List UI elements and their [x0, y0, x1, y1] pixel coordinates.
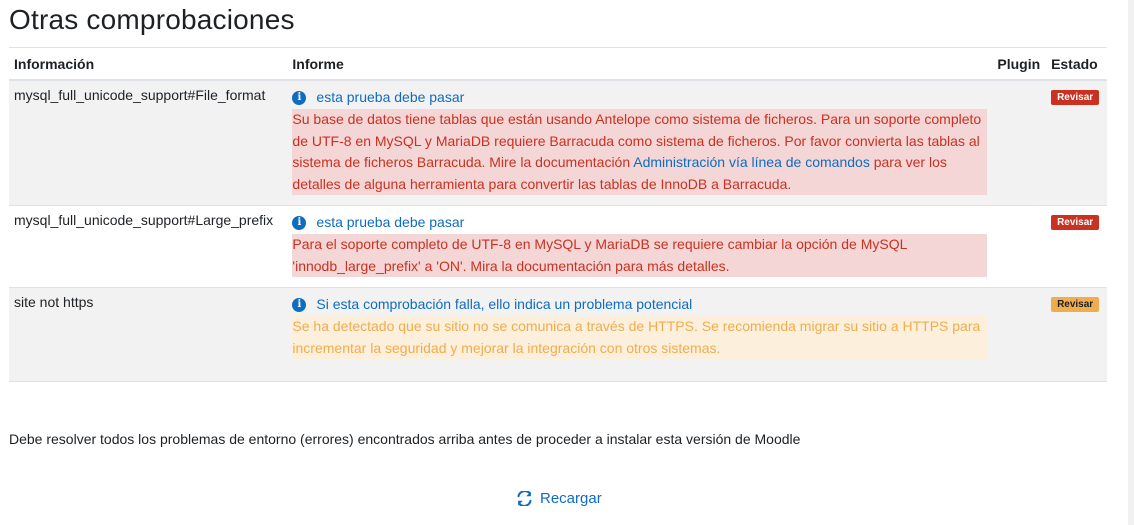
page-title: Otras comprobaciones	[9, 4, 295, 35]
refresh-icon	[517, 491, 532, 506]
warning-message: Se ha detectado que su sitio no se comun…	[292, 316, 988, 359]
error-message: Para el soporte completo de UTF-8 en MyS…	[292, 234, 988, 277]
header-report: Informe	[287, 47, 993, 81]
row-info: mysql_full_unicode_support#Large_prefix	[9, 205, 288, 288]
table-header-row: Información Informe Plugin Estado	[9, 47, 1107, 81]
table-row: mysql_full_unicode_support#Large_prefix …	[9, 205, 1107, 288]
info-circle-icon: i	[292, 90, 307, 105]
environment-checks-table: Información Informe Plugin Estado mysql_…	[9, 47, 1107, 382]
row-status: Revisar	[1046, 79, 1107, 206]
row-status: Revisar	[1046, 287, 1107, 382]
check-link[interactable]: i Si esta comprobación falla, ello indic…	[292, 294, 987, 315]
row-report: i esta prueba debe pasar Su base de dato…	[287, 79, 993, 206]
check-link[interactable]: i esta prueba debe pasar	[292, 212, 987, 233]
header-plugin: Plugin	[992, 47, 1047, 81]
row-info: mysql_full_unicode_support#File_format	[9, 79, 288, 206]
cli-docs-link[interactable]: Administración vía línea de comandos	[633, 154, 870, 170]
row-info: site not https	[9, 287, 288, 382]
header-info: Información	[9, 47, 288, 81]
row-report: i Si esta comprobación falla, ello indic…	[287, 287, 993, 382]
header-status: Estado	[1046, 47, 1107, 81]
reload-label[interactable]: Recargar	[540, 490, 602, 507]
info-circle-icon: i	[292, 297, 307, 312]
row-plugin	[992, 205, 1047, 288]
row-plugin	[992, 287, 1047, 382]
table-row: mysql_full_unicode_support#File_format i…	[9, 79, 1107, 206]
check-link-label[interactable]: esta prueba debe pasar	[316, 212, 464, 233]
status-badge: Revisar	[1051, 90, 1100, 105]
environment-errors-note: Debe resolver todos los problemas de ent…	[9, 431, 801, 447]
check-link-label[interactable]: esta prueba debe pasar	[316, 87, 464, 108]
status-badge: Revisar	[1051, 297, 1100, 312]
table-row: site not https i Si esta comprobación fa…	[9, 287, 1107, 382]
check-link-label[interactable]: Si esta comprobación falla, ello indica …	[316, 294, 692, 315]
row-status: Revisar	[1046, 205, 1107, 288]
check-link[interactable]: i esta prueba debe pasar	[292, 87, 987, 108]
status-badge: Revisar	[1051, 215, 1100, 230]
info-circle-icon: i	[292, 215, 307, 230]
row-plugin	[992, 79, 1047, 206]
row-report: i esta prueba debe pasar Para el soporte…	[287, 205, 993, 288]
scrollbar-track[interactable]	[1128, 0, 1134, 525]
error-message: Su base de datos tiene tablas que están …	[292, 109, 988, 195]
reload-button[interactable]: Recargar	[517, 490, 602, 507]
